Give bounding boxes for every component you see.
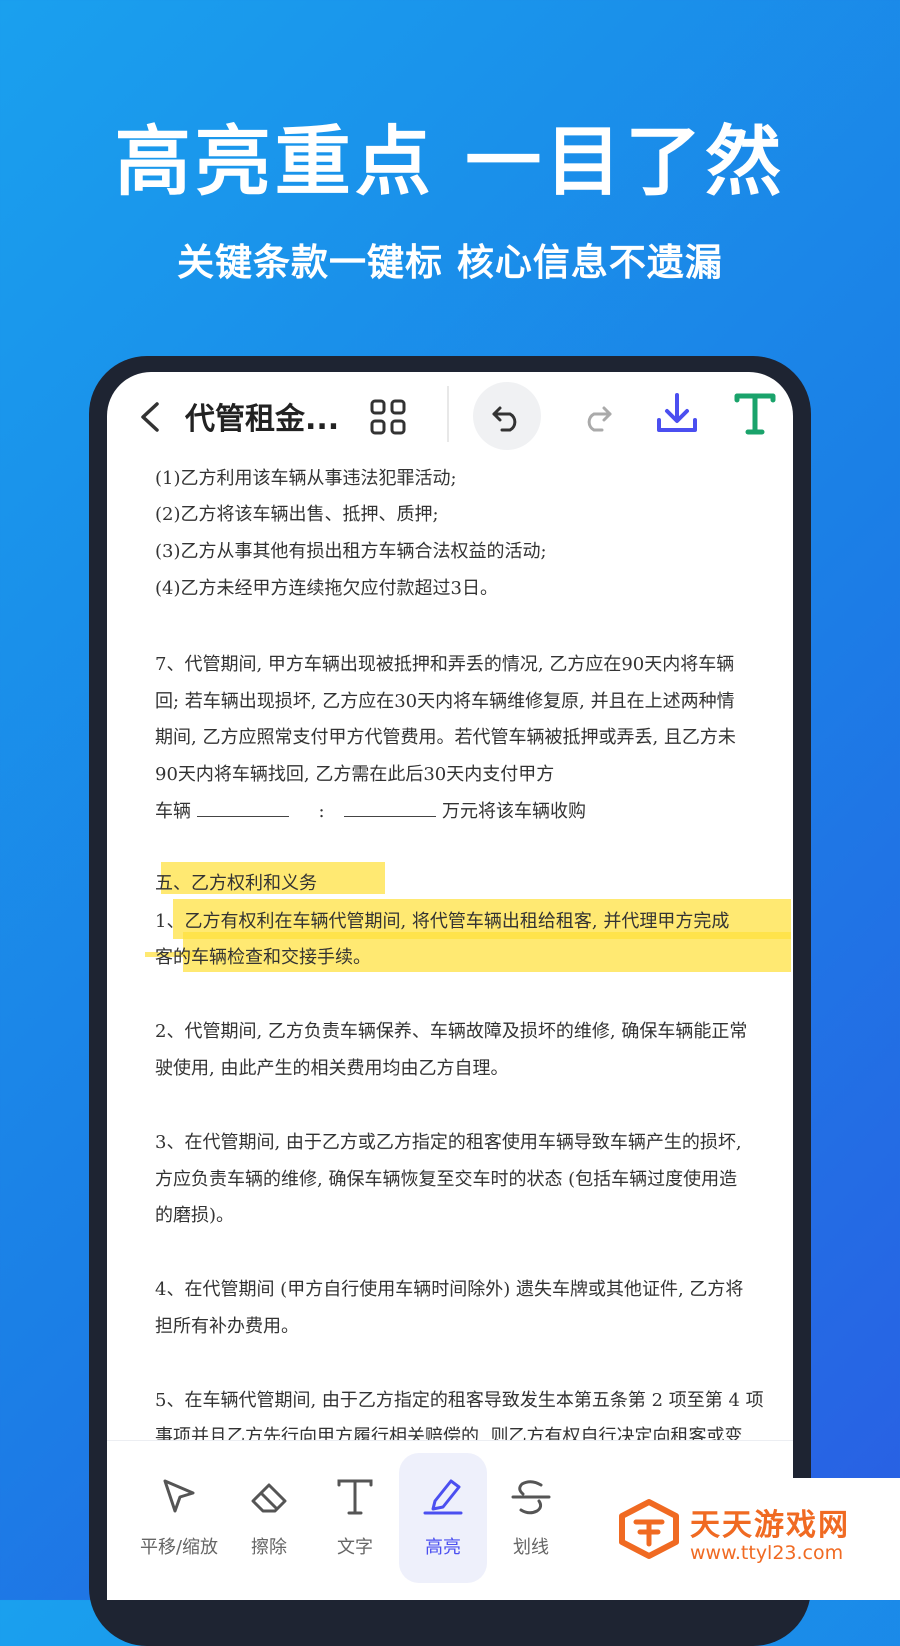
doc-line: (1)乙方利用该车辆从事违法犯罪活动; [155, 468, 457, 489]
back-icon [141, 402, 159, 432]
doc-line: 7、代管期间, 甲方车辆出现被抵押和弄丢的情况, 乙方应在90天内将车辆 [155, 654, 735, 675]
pointer-icon [163, 1479, 195, 1513]
blank-field [344, 800, 437, 817]
doc-line: (3)乙方从事其他有损出租方车辆合法权益的活动; [155, 541, 547, 562]
doc-line: (4)乙方未经甲方连续拖欠应付款超过3日。 [155, 578, 498, 599]
promo-subline: 关键条款一键标 核心信息不遗漏 [177, 241, 723, 284]
tool-label: 高亮 [425, 1537, 461, 1558]
doc-line: 期间, 乙方应照常支付甲方代管费用。若代管车辆被抵押或弄丢, 且乙方未 [155, 727, 736, 748]
text-tool-button[interactable] [729, 388, 781, 440]
doc-line: 回; 若车辆出现损坏, 乙方应在30天内将车辆维修复原, 并且在上述两种情 [155, 691, 735, 712]
watermark-url: www.ttyl23.com [690, 1542, 844, 1564]
blank-field [196, 800, 289, 817]
strikethrough-icon [511, 1480, 551, 1515]
text-tool-icon [734, 393, 776, 435]
tool-label: 文字 [337, 1537, 373, 1558]
top-bar: 代管租金... [107, 372, 793, 462]
back-button[interactable] [131, 392, 171, 442]
doc-line: 90天内将车辆找回, 乙方需在此后30天内支付甲方 [155, 764, 555, 785]
undo-icon [492, 406, 517, 432]
undo-button[interactable] [473, 382, 541, 450]
promo-headline: 高亮重点 一目了然 [114, 117, 786, 206]
tool-label: 平移/缩放 [139, 1537, 219, 1558]
doc-line: 方应负责车辆的维修, 确保车辆恢复至交车时的状态 (包括车辆过度使用造 [155, 1169, 738, 1190]
toolbar-divider [447, 386, 449, 442]
redo-icon [587, 406, 612, 432]
tool-pan-zoom[interactable]: 平移/缩放 [135, 1461, 223, 1571]
download-button[interactable] [653, 390, 701, 438]
tool-label: 擦除 [251, 1537, 287, 1558]
eraser-icon [251, 1483, 287, 1513]
doc-line: 1、乙方有权利在车辆代管期间, 将代管车辆出租给租客, 并代理甲方完成 [155, 911, 730, 932]
doc-line: 2、代管期间, 乙方负责车辆保养、车辆故障及损坏的维修, 确保车辆能正常 [155, 1021, 748, 1042]
app-screen: 代管租金... (1)乙方利用该车辆从事违法犯罪活动; (2)乙方将该车辆出售、… [107, 372, 793, 1600]
doc-text: 车辆 [155, 801, 191, 822]
watermark-logo-icon [619, 1499, 679, 1559]
doc-line: 3、在代管期间, 由于乙方或乙方指定的租客使用车辆导致车辆产生的损坏, [155, 1132, 742, 1153]
grid-view-button[interactable] [369, 398, 407, 436]
tool-text[interactable]: 文字 [311, 1461, 399, 1571]
download-icon [657, 393, 697, 432]
text-icon [337, 1479, 373, 1515]
section-heading: 五、乙方权利和义务 [155, 873, 317, 894]
doc-text: 万元将该车辆收购 [442, 801, 587, 822]
tool-erase[interactable]: 擦除 [225, 1461, 313, 1571]
watermark: 天天游戏网 www.ttyl23.com [600, 1478, 900, 1600]
doc-line: 5、在车辆代管期间, 由于乙方指定的租客导致发生本第五条第 2 项至第 4 项 [155, 1390, 764, 1411]
doc-line: 车辆 : 万元将该车辆收购 [155, 797, 586, 823]
highlighter-icon [423, 1479, 463, 1515]
tool-label: 划线 [513, 1537, 549, 1558]
doc-line: 4、在代管期间 (甲方自行使用车辆时间除外) 遗失车牌或其他证件, 乙方将 [155, 1279, 744, 1300]
document-title: 代管租金... [185, 402, 340, 437]
tool-strikethrough[interactable]: 划线 [487, 1461, 575, 1571]
redo-button[interactable] [563, 382, 631, 450]
doc-line: 的磨损)。 [155, 1205, 235, 1226]
watermark-name: 天天游戏网 [690, 1508, 850, 1543]
grid-icon [370, 399, 406, 435]
doc-text: : [318, 801, 325, 822]
tool-highlight[interactable]: 高亮 [399, 1453, 487, 1583]
doc-line: 驶使用, 由此产生的相关费用均由乙方自理。 [155, 1058, 509, 1079]
doc-line: 客的车辆检查和交接手续。 [155, 947, 371, 968]
doc-line: (2)乙方将该车辆出售、抵押、质押; [155, 504, 439, 525]
doc-line: 担所有补办费用。 [155, 1316, 299, 1337]
